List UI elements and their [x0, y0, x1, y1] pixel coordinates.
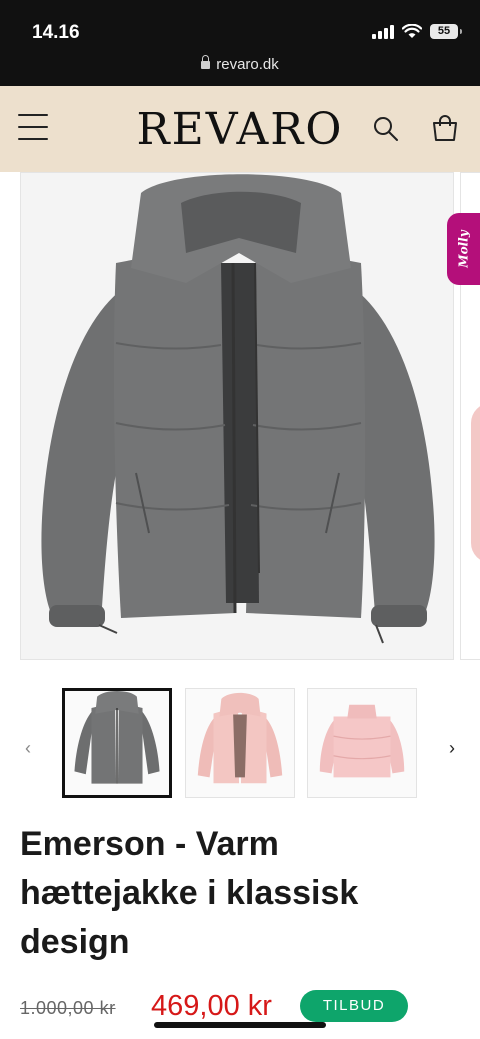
chevron-left-icon[interactable]: ‹	[18, 735, 38, 761]
site-header: REVARO	[0, 86, 480, 172]
product-title: Emerson - Varm hættejakke i klassisk des…	[20, 825, 359, 961]
battery-indicator: 55	[430, 24, 462, 39]
home-indicator[interactable]	[154, 1022, 326, 1028]
site-logo[interactable]: REVARO	[0, 104, 480, 155]
grey-jacket-thumbnail-image	[74, 691, 160, 784]
grey-puffer-jacket-image	[41, 174, 435, 644]
cart-icon[interactable]	[430, 114, 460, 144]
pink-collar-jacket-thumbnail-image	[319, 704, 405, 778]
pink-hooded-jacket-thumbnail-image	[197, 692, 283, 784]
molly-chat-widget[interactable]: Molly	[447, 213, 480, 285]
status-icons: 55	[372, 24, 462, 39]
chevron-right-icon[interactable]: ›	[442, 735, 462, 761]
url-bar[interactable]: revaro.dk	[0, 55, 480, 73]
wifi-icon	[402, 24, 422, 38]
status-time: 14.16	[32, 22, 80, 43]
thumbnail-pink-hooded-jacket[interactable]	[185, 688, 295, 798]
product-main-image[interactable]	[20, 172, 454, 660]
thumbnail-pink-collar-jacket[interactable]	[307, 688, 417, 798]
url-text: revaro.dk	[216, 56, 279, 73]
status-bar: 14.16 55 revaro.dk	[0, 0, 480, 86]
old-price: 1.000,00 kr	[20, 998, 116, 1018]
sale-price: 469,00 kr	[151, 990, 272, 1022]
thumbnail-grey-jacket[interactable]	[62, 688, 172, 798]
molly-label: Molly	[456, 230, 471, 268]
sale-badge: TILBUD	[300, 990, 408, 1022]
signal-icon	[372, 24, 394, 39]
lock-icon	[201, 55, 211, 69]
search-icon[interactable]	[372, 115, 400, 143]
